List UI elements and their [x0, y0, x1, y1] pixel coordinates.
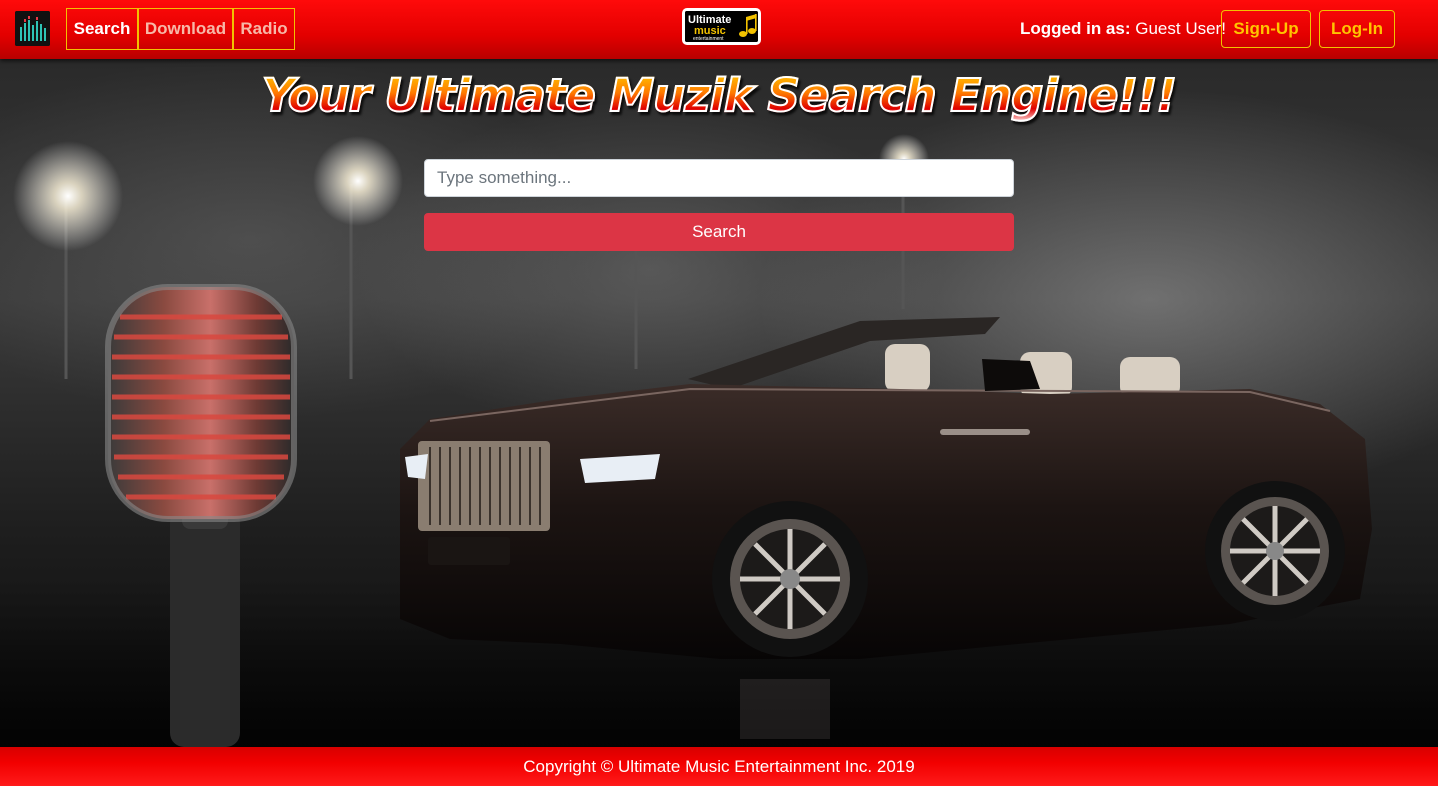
nav-tab-search[interactable]: Search	[66, 8, 138, 50]
search-input[interactable]	[424, 159, 1014, 197]
signup-button[interactable]: Sign-Up	[1221, 10, 1311, 48]
nav-tab-radio[interactable]: Radio	[233, 8, 295, 50]
user-name: Guest User!	[1135, 19, 1226, 38]
logged-in-label: Logged in as:	[1020, 19, 1131, 38]
hero-section: Your Ultimate Muzik Search Engine!!! Sea…	[0, 59, 1438, 747]
equalizer-icon[interactable]	[15, 11, 50, 46]
hero-headline: Your Ultimate Muzik Search Engine!!!	[0, 68, 1438, 123]
logged-in-status: Logged in as: Guest User!	[1020, 19, 1226, 39]
nav-tab-download[interactable]: Download	[138, 8, 233, 50]
search-button[interactable]: Search	[424, 213, 1014, 251]
login-button[interactable]: Log-In	[1319, 10, 1395, 48]
ultimate-music-logo[interactable]: Ultimate music entertainment	[682, 8, 761, 45]
copyright-text: Copyright © Ultimate Music Entertainment…	[523, 756, 915, 776]
top-navbar: Search Download Radio Ultimate music ent…	[0, 0, 1438, 59]
footer: Copyright © Ultimate Music Entertainment…	[0, 747, 1438, 786]
logo-line3-text: entertainment	[693, 36, 724, 42]
